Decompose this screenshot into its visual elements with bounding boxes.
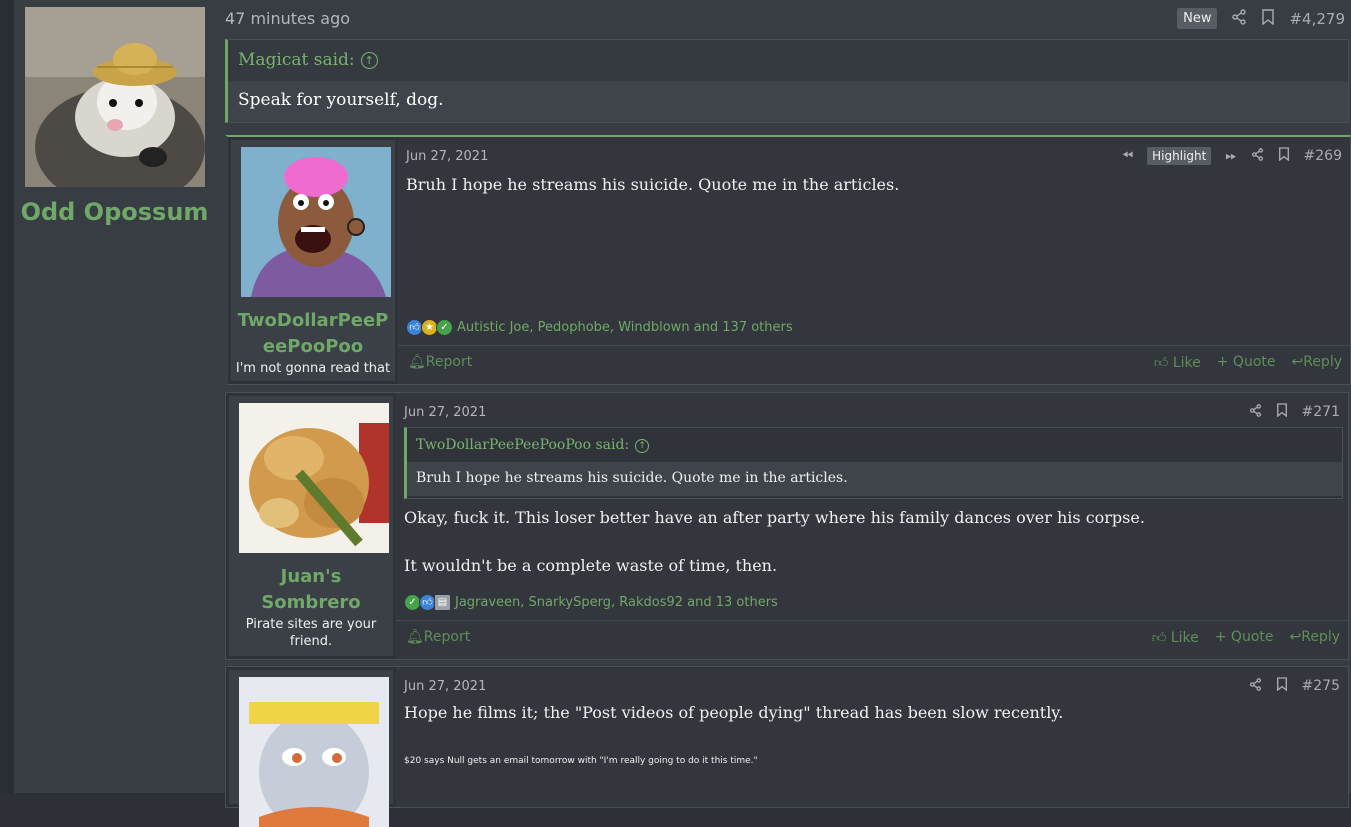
embed-body: Jun 27, 2021 #275 Hope he films it; the … (396, 667, 1348, 807)
author-avatar[interactable] (25, 7, 205, 187)
share-icon[interactable] (1231, 9, 1247, 28)
reactions-bar[interactable]: ✓ 👍︎ ▤ Jagraveen, SnarkySperg, Rakdos92 … (404, 594, 778, 611)
quote-block: TwoDollarPeePeePooPoo said: ↑ Bruh I hope… (404, 427, 1343, 499)
embed-user-block: Juan's Sombrero Pirate sites are your frie… (229, 396, 393, 656)
share-icon (1232, 9, 1247, 25)
embed-date[interactable]: Jun 27, 2021 (406, 149, 488, 164)
post-number-link[interactable]: #4,279 (1289, 10, 1345, 28)
footer-buttons: 👍︎ Like + Quote ↩︎Reply (1154, 354, 1342, 371)
embed-footer: 🔔︎Report 👍︎ Like + Quote ↩︎Reply (396, 620, 1348, 657)
embed-actions: ⏪︎ Highlight ⏩︎ #269 (1122, 147, 1342, 165)
bell-icon: 🔔︎ (406, 629, 424, 645)
embed-text: Bruh I hope he streams his suicide. Quot… (406, 175, 900, 194)
embed-post-number[interactable]: #269 (1304, 148, 1342, 164)
quote-author[interactable]: Magicat said: (238, 50, 355, 70)
post-timestamp[interactable]: 47 minutes ago (225, 9, 350, 28)
like-button[interactable]: 👍︎ Like (1152, 629, 1199, 646)
embed-avatar[interactable] (239, 677, 389, 827)
arrow-up-circle-icon[interactable]: ↑ (360, 52, 378, 69)
cartoon-avatar-icon (241, 147, 391, 297)
quote-button[interactable]: + Quote (1215, 629, 1274, 646)
opossum-avatar-icon (25, 7, 205, 187)
check-reaction-icon: ✓ (436, 319, 453, 336)
quote-header[interactable]: TwoDollarPeePeePooPoo said: ↑ (407, 428, 1342, 462)
embed-user-title: I'm not gonna read that (235, 361, 391, 376)
thumbs-up-icon: 👍︎ (1153, 355, 1169, 371)
arrow-up-circle-icon[interactable]: ↑ (635, 439, 650, 453)
new-badge: New (1177, 8, 1218, 29)
quote-header[interactable]: Magicat said: ↑ (228, 40, 1348, 81)
quote-block: Magicat said: ↑ Speak for yourself, dog. (225, 39, 1349, 123)
reply-button[interactable]: ↩︎Reply (1289, 629, 1340, 646)
embed-post-number[interactable]: #271 (1302, 404, 1340, 420)
embed-user-block: TwoDollarPeeP eePooPoo I'm not gonna read… (231, 140, 395, 381)
embed-user-block (229, 670, 393, 827)
reactions-bar[interactable]: 👍︎ ★ ✓ Autistic Joe, Pedophobe, Windblow… (406, 319, 793, 336)
post-actions: New #4,279 (1177, 8, 1345, 29)
document-reaction-icon: ▤ (434, 594, 451, 611)
embedded-post: TwoDollarPeeP eePooPoo I'm not gonna read… (225, 135, 1351, 385)
goat-avatar-icon (239, 677, 389, 827)
like-button[interactable]: 👍︎ Like (1154, 354, 1201, 371)
embed-body: Jun 27, 2021 ⏪︎ Highlight ⏩︎ #269 Bruh I… (398, 137, 1350, 384)
embed-avatar[interactable] (239, 403, 389, 553)
quote-button[interactable]: + Quote (1217, 354, 1276, 371)
reply-button[interactable]: ↩︎Reply (1291, 354, 1342, 371)
share-icon[interactable] (1249, 677, 1262, 695)
bookmark-icon (1262, 9, 1275, 26)
embed-date[interactable]: Jun 27, 2021 (404, 405, 486, 420)
embedded-post: Jun 27, 2021 #275 Hope he films it; the … (225, 666, 1349, 827)
embed-date[interactable]: Jun 27, 2021 (404, 679, 486, 694)
reactions-text[interactable]: Jagraveen, SnarkySperg, Rakdos92 and 13 … (455, 595, 778, 610)
bookmark-icon[interactable] (1276, 677, 1288, 695)
thumbs-up-icon: 👍︎ (1151, 630, 1167, 646)
footer-buttons: 👍︎ Like + Quote ↩︎Reply (1152, 629, 1340, 646)
share-icon[interactable] (1249, 403, 1262, 421)
quote-text: Speak for yourself, dog. (228, 81, 1348, 122)
embed-small-text: $20 says Null gets an email tomorrow wit… (404, 756, 758, 766)
quote-author[interactable]: TwoDollarPeePeePooPoo said: (416, 437, 629, 453)
highlight-badge[interactable]: Highlight (1147, 147, 1212, 165)
bookmark-icon[interactable] (1278, 147, 1290, 165)
bookmark-icon[interactable] (1276, 403, 1288, 421)
fast-forward-icon[interactable]: ⏩︎ (1225, 148, 1236, 164)
embed-footer: 🔔︎Report 👍︎ Like + Quote ↩︎Reply (398, 345, 1350, 382)
author-username[interactable]: Odd Opossum (14, 198, 215, 226)
embed-post-number[interactable]: #275 (1302, 678, 1340, 694)
embed-actions: #275 (1249, 677, 1340, 695)
embed-text: Okay, fuck it. This loser better have an… (404, 508, 1145, 527)
post-author-column: Odd Opossum (14, 0, 215, 793)
embed-text: Hope he films it; the "Post videos of pe… (404, 703, 1064, 722)
post-main: 47 minutes ago New #4,279 Magicat said: ↑… (215, 0, 1351, 827)
embed-text: It wouldn't be a complete waste of time,… (404, 556, 778, 575)
embed-actions: #271 (1249, 403, 1340, 421)
bell-icon: 🔔︎ (408, 354, 426, 370)
embed-username[interactable]: Juan's Sombrero (229, 564, 393, 616)
embed-body: Jun 27, 2021 #271 TwoDollarPeePeePooPoo … (396, 393, 1348, 659)
share-icon[interactable] (1251, 147, 1264, 165)
left-gutter (0, 0, 14, 793)
embed-avatar[interactable] (241, 147, 391, 297)
quote-text: Bruh I hope he streams his suicide. Quot… (407, 462, 1342, 496)
embedded-post: Juan's Sombrero Pirate sites are your frie… (225, 392, 1349, 660)
report-button[interactable]: 🔔︎Report (408, 354, 472, 370)
report-button[interactable]: 🔔︎Report (406, 629, 470, 645)
tempura-avatar-icon (239, 403, 389, 553)
reactions-text[interactable]: Autistic Joe, Pedophobe, Windblown and 1… (457, 320, 793, 335)
reply-arrow-icon: ↩︎ (1291, 354, 1304, 370)
embed-user-title: Pirate sites are your friend. (245, 617, 377, 649)
reply-arrow-icon: ↩︎ (1289, 629, 1302, 645)
bookmark-icon[interactable] (1261, 9, 1275, 28)
embed-username[interactable]: TwoDollarPeeP eePooPoo (231, 308, 395, 360)
rewind-icon[interactable]: ⏪︎ (1122, 148, 1133, 164)
